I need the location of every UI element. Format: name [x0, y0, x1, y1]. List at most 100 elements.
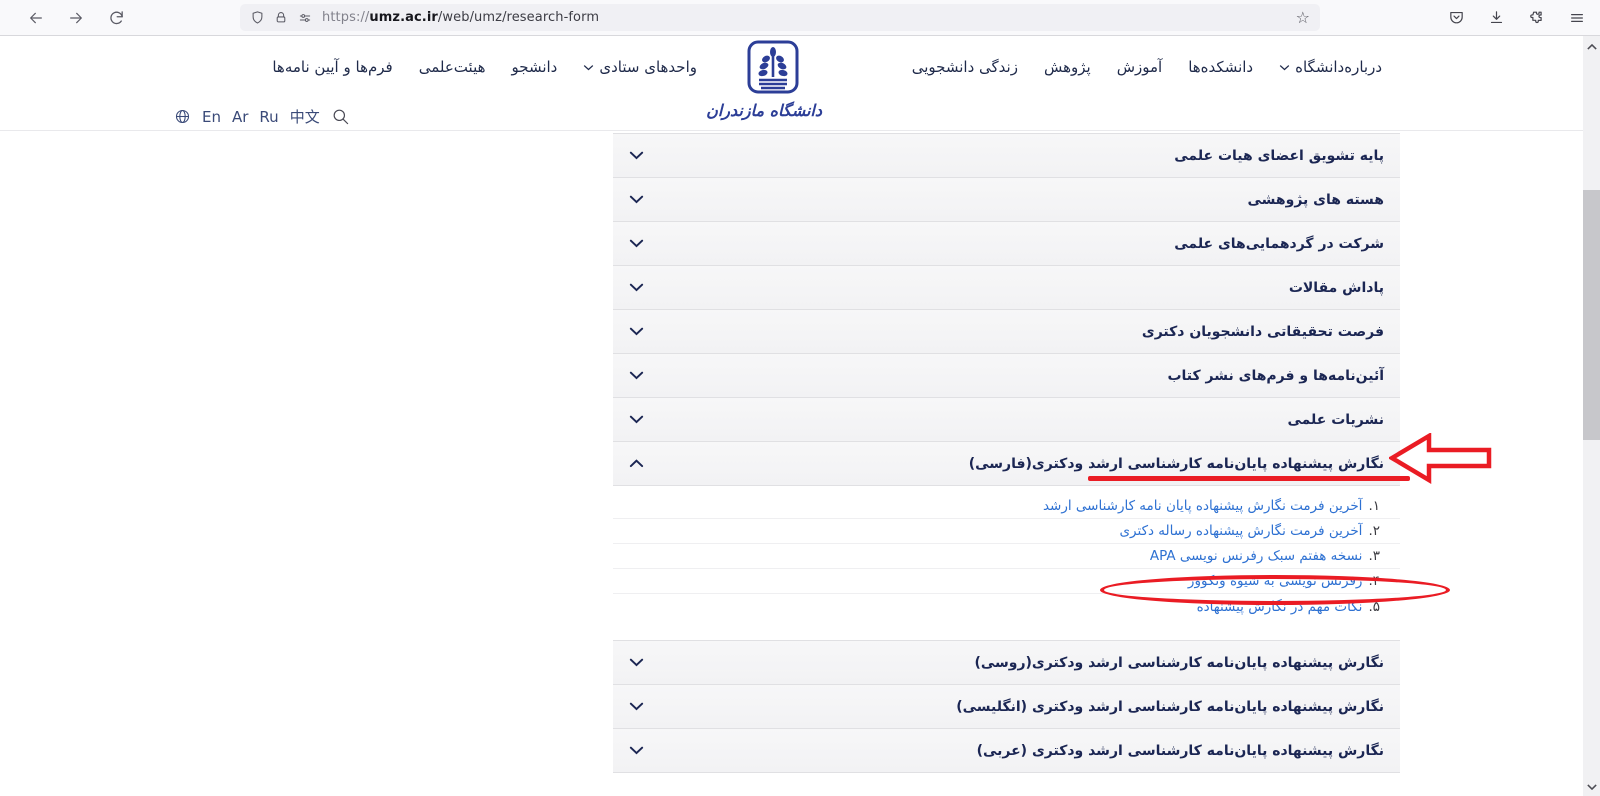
chevron-down-icon [629, 702, 644, 711]
chevron-up-icon [629, 459, 644, 468]
lang-ru[interactable]: Ru [259, 108, 278, 126]
lang-zh[interactable]: 中文 [290, 106, 320, 127]
accordion-item-scientific-journals[interactable]: نشریات علمی [613, 398, 1400, 442]
accordion-item-research-cores[interactable]: هسته های پژوهشی [613, 178, 1400, 222]
page-scrollbar[interactable] [1583, 36, 1600, 796]
link-latest-masters-proposal-format[interactable]: آخرین فرمت نگارش پیشنهاده پایان نامه کار… [1043, 498, 1363, 514]
search-icon[interactable] [331, 107, 350, 126]
menu-hamburger-icon[interactable] [1568, 10, 1586, 26]
accordion-item-article-rewards[interactable]: پاداش مقالات [613, 266, 1400, 310]
chevron-down-icon [629, 239, 644, 248]
url-text[interactable]: https://umz.ac.ir/web/umz/research-form [322, 10, 1287, 25]
list-item: ۳. نسخه هفتم سبک رفرنس نویسی APA [613, 544, 1400, 569]
nav-item-education[interactable]: آموزش [1117, 58, 1163, 76]
back-button[interactable] [24, 6, 48, 30]
link-number: ۱. [1368, 498, 1380, 514]
accordion-label: پایه تشویق اعضای هیات علمی [1174, 148, 1384, 164]
download-icon[interactable] [1488, 9, 1505, 26]
accordion-item-proposal-writing-english[interactable]: نگارش پیشنهاده پایان‌نامه کارشناسی ارشد … [613, 685, 1400, 729]
list-item: ۱. آخرین فرمت نگارش پیشنهاده پایان نامه … [613, 494, 1400, 519]
nav-item-staff-units[interactable]: واحدهای ستادی [583, 58, 697, 76]
nav-label: هیئت‌علمی [419, 58, 486, 76]
reload-button[interactable] [104, 6, 128, 30]
accordion-label: آئین‌نامه‌ها و فرم‌های نشر کتاب [1167, 368, 1384, 384]
pocket-icon[interactable] [1448, 9, 1465, 26]
address-bar[interactable]: https://umz.ac.ir/web/umz/research-form … [240, 4, 1320, 31]
nav-label: درباره‌دانشگاه [1295, 58, 1382, 76]
scrollbar-thumb[interactable] [1583, 190, 1600, 440]
chevron-down-icon [629, 658, 644, 667]
globe-icon [174, 108, 191, 125]
nav-item-faculty-members[interactable]: هیئت‌علمی [419, 58, 486, 76]
accordion-label: نگارش پیشنهاده پایان‌نامه کارشناسی ارشد … [969, 456, 1384, 472]
chevron-down-icon [1279, 64, 1290, 71]
nav-item-student[interactable]: دانشجو [512, 58, 558, 76]
chevron-down-icon [629, 151, 644, 160]
accordion-item-phd-research-opportunity[interactable]: فرصت تحقیقاتی دانشجویان دکتری [613, 310, 1400, 354]
nav-item-about-university[interactable]: درباره‌دانشگاه [1279, 58, 1382, 76]
annotation-red-arrow-icon [1389, 433, 1493, 485]
browser-action-icons [1448, 9, 1586, 26]
accordion-label: نشریات علمی [1288, 412, 1385, 428]
link-number: ۲. [1368, 523, 1380, 539]
back-icon [27, 10, 45, 26]
accordion-label: نگارش پیشنهاده پایان‌نامه کارشناسی ارشد … [974, 655, 1384, 671]
accordion-label: نگارش پیشنهاده پایان‌نامه کارشناسی ارشد … [977, 743, 1384, 759]
accordion-item-scientific-meetings[interactable]: شرکت در گردهمایی‌های علمی [613, 222, 1400, 266]
nav-label: دانشکده‌ها [1188, 58, 1253, 76]
chevron-down-icon [629, 415, 644, 424]
chevron-down-icon [583, 64, 594, 71]
nav-label: دانشجو [512, 58, 558, 76]
accordion-label: نگارش پیشنهاده پایان‌نامه کارشناسی ارشد … [956, 699, 1384, 715]
nav-label: زندگی دانشجویی [912, 58, 1018, 76]
browser-nav-buttons [24, 6, 128, 30]
chevron-down-icon [629, 371, 644, 380]
chevron-up-icon [1587, 44, 1597, 50]
forward-icon [67, 10, 85, 26]
chevron-down-icon [1587, 784, 1597, 790]
annotation-red-ellipse [1100, 575, 1450, 605]
permissions-icon[interactable] [297, 11, 313, 25]
site-header: درباره‌دانشگاه دانشکده‌ها آموزش پژوهش زن… [0, 36, 1600, 131]
nav-label: آموزش [1117, 58, 1163, 76]
university-logo[interactable]: دانشگاه مازندران [724, 39, 822, 120]
university-emblem-icon [746, 39, 800, 99]
accordion-label: فرصت تحقیقاتی دانشجویان دکتری [1142, 324, 1384, 340]
main-nav-right: درباره‌دانشگاه دانشکده‌ها آموزش پژوهش زن… [912, 58, 1382, 76]
browser-toolbar: https://umz.ac.ir/web/umz/research-form … [0, 0, 1600, 36]
accordion-label: پاداش مقالات [1289, 280, 1384, 296]
accordion-item-proposal-writing-arabic[interactable]: نگارش پیشنهاده پایان‌نامه کارشناسی ارشد … [613, 729, 1400, 773]
extensions-puzzle-icon[interactable] [1528, 9, 1545, 26]
nav-item-research[interactable]: پژوهش [1044, 58, 1091, 76]
link-apa-7th-referencing[interactable]: نسخه هفتم سبک رفرنس نویسی APA [1150, 548, 1363, 564]
accordion-panel-proposal-writing-farsi: ۱. آخرین فرمت نگارش پیشنهاده پایان نامه … [613, 486, 1400, 641]
nav-item-student-life[interactable]: زندگی دانشجویی [912, 58, 1018, 76]
main-nav-left: واحدهای ستادی دانشجو هیئت‌علمی فرم‌ها و … [225, 58, 697, 76]
logo-title: دانشگاه مازندران [724, 101, 822, 120]
accordion-item-book-publishing[interactable]: آئین‌نامه‌ها و فرم‌های نشر کتاب [613, 354, 1400, 398]
scroll-down-arrow[interactable] [1583, 778, 1600, 795]
annotation-red-underline [1088, 476, 1410, 481]
lang-ar[interactable]: Ar [232, 108, 248, 126]
accordion-item-proposal-writing-russian[interactable]: نگارش پیشنهاده پایان‌نامه کارشناسی ارشد … [613, 641, 1400, 685]
lang-en[interactable]: En [202, 108, 221, 126]
url-scheme: https:// [322, 10, 369, 25]
chevron-down-icon [629, 195, 644, 204]
forward-button[interactable] [64, 6, 88, 30]
nav-label: فرم‌ها و آیین نامه‌ها [272, 58, 392, 76]
accordion-item-faculty-incentive[interactable]: پایه تشویق اعضای هیات علمی [613, 134, 1400, 178]
chevron-down-icon [629, 327, 644, 336]
list-item: ۲. آخرین فرمت نگارش پیشنهاده رساله دکتری [613, 519, 1400, 544]
reload-icon [108, 9, 125, 26]
lock-icon [274, 10, 288, 25]
research-forms-accordion: پایه تشویق اعضای هیات علمی هسته های پژوه… [613, 133, 1400, 773]
link-latest-phd-proposal-format[interactable]: آخرین فرمت نگارش پیشنهاده رساله دکتری [1119, 523, 1362, 539]
shield-icon [250, 10, 265, 25]
bookmark-star-icon[interactable]: ☆ [1296, 8, 1310, 27]
nav-label: پژوهش [1044, 58, 1091, 76]
link-number: ۳. [1368, 548, 1380, 564]
scroll-up-arrow[interactable] [1583, 38, 1600, 55]
nav-item-forms-regulations[interactable]: فرم‌ها و آیین نامه‌ها [272, 58, 392, 76]
url-path: /web/umz/research-form [438, 10, 599, 25]
nav-item-faculties[interactable]: دانشکده‌ها [1188, 58, 1253, 76]
